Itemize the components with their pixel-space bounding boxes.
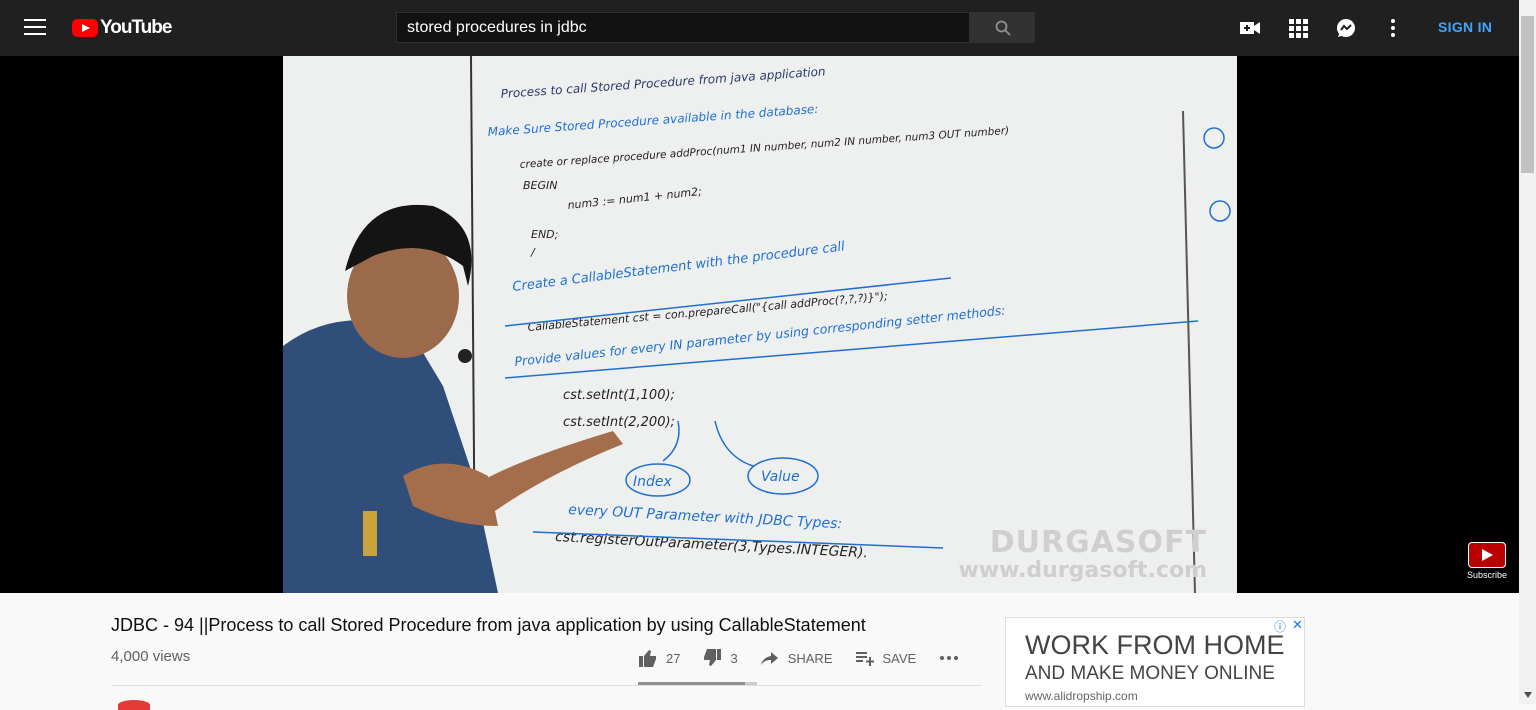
search-button[interactable] — [970, 12, 1035, 43]
like-button[interactable]: 27 — [638, 648, 680, 668]
dislike-count: 3 — [730, 650, 738, 666]
board-line: Index — [633, 474, 673, 490]
messages-icon[interactable] — [1334, 16, 1358, 40]
video-player[interactable]: Process to call Stored Procedure from ja… — [0, 56, 1519, 593]
board-line: cst.setInt(2,200); — [563, 415, 675, 430]
thumbs-down-icon — [704, 649, 722, 666]
more-actions-button[interactable] — [938, 648, 968, 668]
board-line: cst.setInt(1,100); — [563, 388, 675, 403]
video-frame[interactable]: Process to call Stored Procedure from ja… — [283, 56, 1237, 593]
page-scrollbar[interactable] — [1519, 0, 1536, 704]
subscribe-label: Subscribe — [1467, 570, 1508, 580]
ad-subheadline: AND MAKE MONEY ONLINE — [1025, 663, 1275, 684]
ad-url: www.alidropship.com — [1025, 689, 1138, 703]
divider — [111, 685, 982, 686]
masthead: YouTube SIGN IN — [0, 0, 1519, 56]
search-icon — [995, 20, 1011, 36]
video-title: JDBC - 94 ||Process to call Stored Proce… — [111, 615, 866, 635]
play-logo-icon — [72, 19, 98, 37]
save-button[interactable]: SAVE — [855, 648, 917, 668]
watermark: DURGASOFT www.durgasoft.com — [958, 525, 1207, 583]
share-icon — [760, 652, 778, 665]
sign-in-button[interactable]: SIGN IN — [1438, 19, 1492, 35]
ad-headline: WORK FROM HOME — [1025, 630, 1285, 660]
board-line: END; — [531, 228, 558, 241]
board-line: Value — [761, 469, 800, 485]
whiteboard: Process to call Stored Procedure from ja… — [283, 56, 1237, 593]
create-video-icon[interactable] — [1238, 16, 1262, 40]
more-options-icon[interactable] — [1381, 16, 1405, 40]
action-bar: 27 3 SHARE SAVE — [638, 643, 990, 673]
add-to-playlist-icon — [855, 652, 874, 666]
like-count: 27 — [666, 650, 681, 666]
scroll-down-arrow-icon[interactable] — [1524, 692, 1532, 698]
scrollbar-thumb[interactable] — [1521, 16, 1534, 173]
dislike-button[interactable]: 3 — [702, 648, 738, 668]
search-input[interactable] — [397, 13, 969, 42]
share-button[interactable]: SHARE — [760, 648, 833, 668]
save-label: SAVE — [882, 650, 917, 666]
search-box — [396, 12, 970, 43]
board-line: BEGIN — [523, 179, 558, 192]
video-info: JDBC - 94 ||Process to call Stored Proce… — [0, 593, 1519, 710]
thumbs-up-icon — [639, 650, 656, 667]
apps-icon[interactable] — [1286, 16, 1310, 40]
subscribe-play-icon — [1468, 542, 1506, 568]
logo-text: YouTube — [100, 17, 172, 38]
menu-icon[interactable] — [24, 19, 46, 37]
more-horizontal-icon — [940, 656, 959, 660]
view-count: 4,000 views — [111, 648, 191, 665]
share-label: SHARE — [787, 650, 833, 666]
ad-close-icon[interactable]: ✕ — [1292, 617, 1303, 633]
channel-avatar[interactable] — [118, 700, 150, 710]
youtube-logo[interactable]: YouTube — [72, 17, 172, 39]
watermark-brand: DURGASOFT — [989, 525, 1207, 560]
ad-banner[interactable]: ⓘ ✕ WORK FROM HOME AND MAKE MONEY ONLINE… — [1005, 617, 1305, 707]
subscribe-watermark[interactable]: Subscribe — [1467, 542, 1507, 580]
watermark-url: www.durgasoft.com — [958, 558, 1207, 583]
